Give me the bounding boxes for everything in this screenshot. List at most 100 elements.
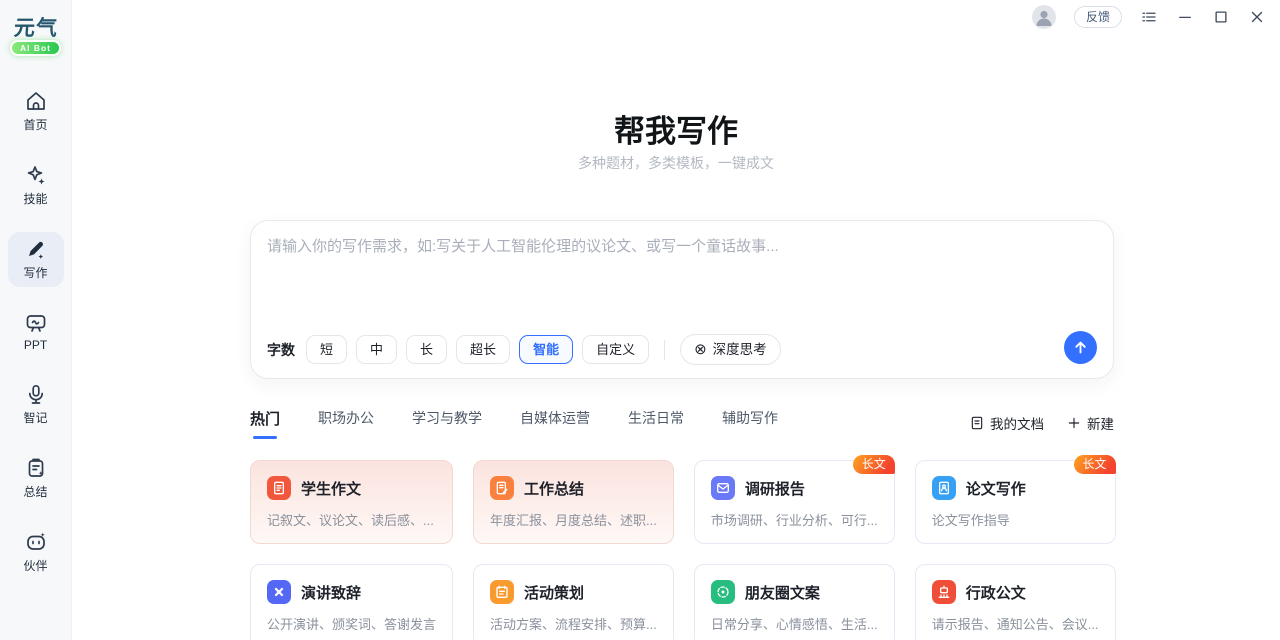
- card-title: 论文写作: [966, 478, 1026, 499]
- clipboard-icon: [24, 456, 48, 480]
- card-title: 调研报告: [745, 478, 805, 499]
- plus-icon: [1066, 415, 1082, 431]
- tab-辅助写作[interactable]: 辅助写作: [722, 408, 778, 439]
- sidebar-item-label: 技能: [23, 190, 47, 207]
- card-description: 日常分享、心情感悟、生活...: [711, 614, 878, 633]
- sidebar-item-技能[interactable]: 技能: [8, 158, 64, 213]
- new-doc-button[interactable]: 新建: [1066, 413, 1114, 433]
- template-card-朋友圈文案[interactable]: 朋友圈文案日常分享、心情感悟、生活...: [694, 564, 895, 640]
- category-tabs-row: 热门 职场办公 学习与教学 自媒体运营 生活日常 辅助写作 我的文档 新建: [250, 406, 1114, 440]
- deep-think-button[interactable]: ⊗ 深度思考: [680, 334, 781, 365]
- template-card-演讲致辞[interactable]: 演讲致辞公开演讲、颁奖词、答谢发言: [250, 564, 453, 640]
- card-header: 调研报告: [711, 476, 878, 500]
- template-card-工作总结[interactable]: 工作总结年度汇报、月度总结、述职...: [473, 460, 674, 544]
- template-card-行政公文[interactable]: 行政公文请示报告、通知公告、会议...: [915, 564, 1116, 640]
- template-card-活动策划[interactable]: 活动策划活动方案、流程安排、预算...: [473, 564, 674, 640]
- home-icon: [24, 89, 48, 113]
- card-header: 活动策划: [490, 580, 657, 604]
- long-form-badge: 长文: [1074, 455, 1116, 474]
- arrow-up-icon: [1072, 339, 1089, 356]
- close-icon[interactable]: [1248, 8, 1266, 26]
- card-title: 朋友圈文案: [745, 582, 820, 603]
- feedback-button[interactable]: 反馈: [1074, 6, 1122, 28]
- sidebar-item-首页[interactable]: 首页: [8, 84, 64, 139]
- microphone-icon: [24, 382, 48, 406]
- tab-学习与教学[interactable]: 学习与教学: [412, 408, 482, 439]
- length-pill-长[interactable]: 长: [406, 335, 447, 364]
- category-tabs: 热门 职场办公 学习与教学 自媒体运营 生活日常 辅助写作: [250, 408, 778, 439]
- card-description: 活动方案、流程安排、预算...: [490, 614, 657, 633]
- length-pill-智能[interactable]: 智能: [519, 335, 573, 364]
- card-header: 学生作文: [267, 476, 436, 500]
- sidebar-item-label: 总结: [23, 483, 47, 500]
- sidebar-item-总结[interactable]: 总结: [8, 451, 64, 506]
- card-title: 活动策划: [524, 582, 584, 603]
- document-icon: [969, 415, 985, 431]
- maximize-icon[interactable]: [1212, 8, 1230, 26]
- page-subtitle: 多种题材，多类模板，一键成文: [72, 153, 1280, 173]
- template-card-学生作文[interactable]: 学生作文记叙文、议论文、读后感、...: [250, 460, 453, 544]
- pencil-icon: [24, 237, 48, 261]
- minimize-icon[interactable]: [1176, 8, 1194, 26]
- card-header: 朋友圈文案: [711, 580, 878, 604]
- tab-自媒体运营[interactable]: 自媒体运营: [520, 408, 590, 439]
- length-pills: 短中长超长智能自定义: [306, 335, 649, 364]
- sidebar-item-智记[interactable]: 智记: [8, 377, 64, 432]
- card-header: 行政公文: [932, 580, 1099, 604]
- list-menu-icon[interactable]: [1140, 8, 1158, 26]
- card-title: 行政公文: [966, 582, 1026, 603]
- template-card-grid: 学生作文记叙文、议论文、读后感、...工作总结年度汇报、月度总结、述职...长文…: [250, 460, 1114, 640]
- page-title: 帮我写作: [72, 106, 1280, 151]
- sidebar-item-写作[interactable]: 写作: [8, 232, 64, 287]
- template-card-论文写作[interactable]: 长文论文写作论文写作指导: [915, 460, 1116, 544]
- sidebar-item-伙伴[interactable]: 伙伴: [8, 525, 64, 580]
- writing-prompt-input[interactable]: [267, 235, 1097, 320]
- sparkles-icon: [24, 163, 48, 187]
- card-description: 年度汇报、月度总结、述职...: [490, 510, 657, 529]
- length-pill-自定义[interactable]: 自定义: [582, 335, 649, 364]
- sidebar-item-label: 写作: [23, 264, 47, 281]
- paper-icon: [932, 476, 956, 500]
- length-options-row: 字数 短中长超长智能自定义 ⊗ 深度思考: [267, 334, 781, 365]
- sidebar-item-label: 智记: [23, 409, 47, 426]
- length-label: 字数: [267, 340, 295, 360]
- app-window: 元气 AI Bot 首页技能写作PPT智记总结伙伴 反馈 帮我写作 多种题材，多…: [0, 0, 1280, 640]
- card-description: 论文写作指导: [932, 510, 1099, 529]
- tab-热门[interactable]: 热门: [250, 408, 280, 439]
- send-button[interactable]: [1064, 331, 1097, 364]
- card-title: 工作总结: [524, 478, 584, 499]
- tab-生活日常[interactable]: 生活日常: [628, 408, 684, 439]
- sidebar: 元气 AI Bot 首页技能写作PPT智记总结伙伴: [0, 0, 72, 640]
- card-title: 学生作文: [301, 478, 361, 499]
- presentation-icon: [24, 311, 48, 335]
- length-pill-中[interactable]: 中: [356, 335, 397, 364]
- sidebar-item-label: 首页: [23, 116, 47, 133]
- card-description: 市场调研、行业分析、可行...: [711, 510, 878, 529]
- template-card-调研报告[interactable]: 长文调研报告市场调研、行业分析、可行...: [694, 460, 895, 544]
- card-title: 演讲致辞: [301, 582, 361, 603]
- sidebar-item-label: 伙伴: [23, 557, 47, 574]
- card-header: 论文写作: [932, 476, 1099, 500]
- moments-icon: [711, 580, 735, 604]
- logo-badge: AI Bot: [10, 40, 61, 56]
- sidebar-nav: 首页技能写作 PPT 智记总结伙伴: [8, 84, 64, 580]
- seal-icon: [932, 580, 956, 604]
- doc-icon: [267, 476, 291, 500]
- podium-icon: [267, 580, 291, 604]
- writing-prompt-card: 字数 短中长超长智能自定义 ⊗ 深度思考: [250, 220, 1114, 379]
- new-doc-label: 新建: [1087, 413, 1114, 433]
- long-form-badge: 长文: [853, 455, 895, 474]
- deep-think-label: 深度思考: [713, 335, 767, 364]
- sidebar-item-label: PPT: [24, 338, 47, 352]
- tab-职场办公[interactable]: 职场办公: [318, 408, 374, 439]
- length-pill-短[interactable]: 短: [306, 335, 347, 364]
- doc-edit-icon: [490, 476, 514, 500]
- my-docs-button[interactable]: 我的文档: [969, 413, 1044, 433]
- length-pill-超长[interactable]: 超长: [456, 335, 510, 364]
- card-description: 公开演讲、颁奖词、答谢发言: [267, 614, 436, 633]
- divider: [664, 340, 665, 360]
- card-header: 工作总结: [490, 476, 657, 500]
- tabs-actions: 我的文档 新建: [969, 413, 1114, 433]
- avatar[interactable]: [1032, 5, 1056, 29]
- sidebar-item-PPT[interactable]: PPT: [8, 306, 64, 358]
